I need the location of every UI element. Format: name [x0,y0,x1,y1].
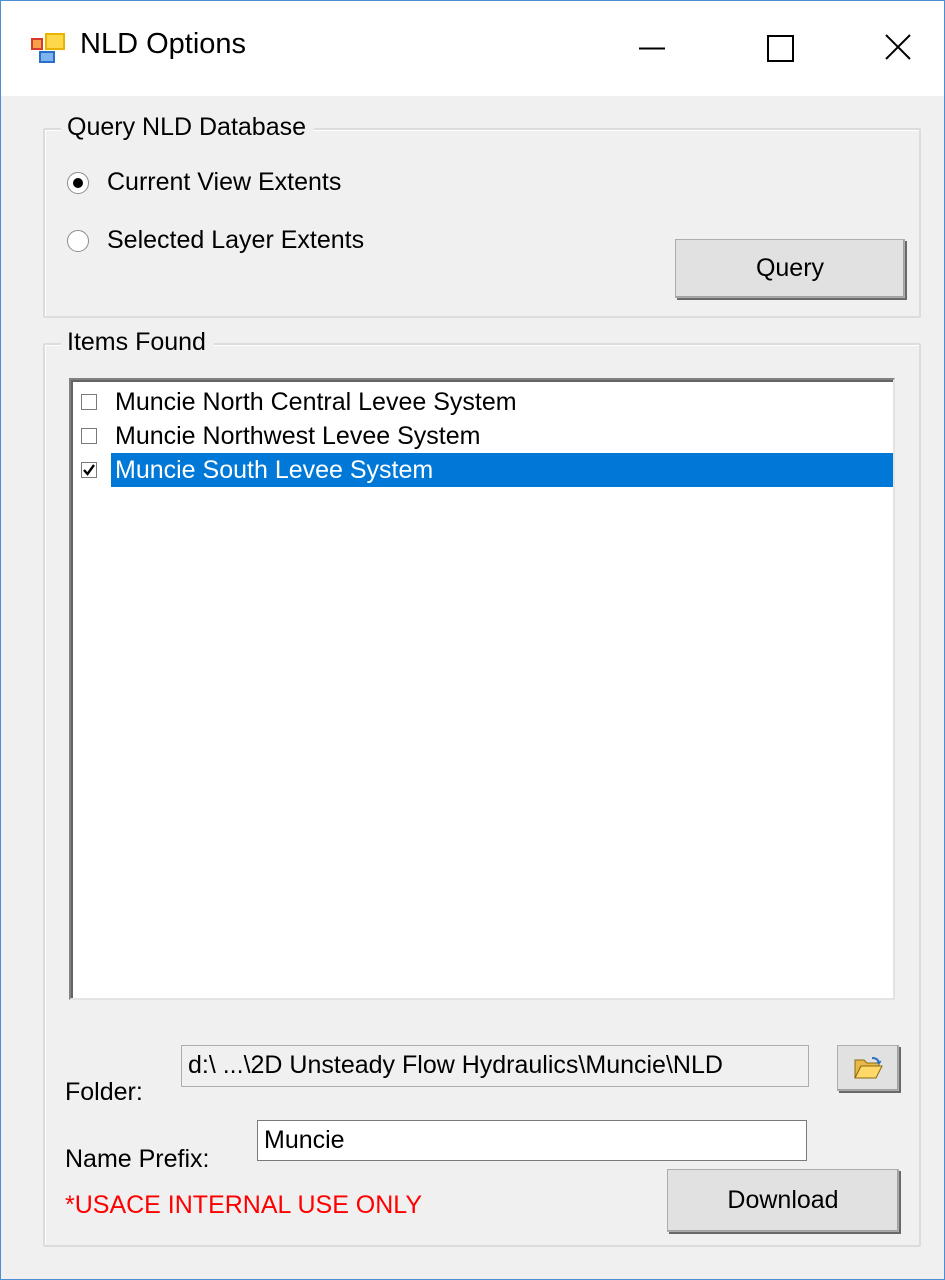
name-prefix-input[interactable] [257,1120,807,1161]
radio-label: Current View Extents [107,168,342,196]
title-bar[interactable]: NLD Options [1,1,944,96]
query-group: Query NLD Database Current View Extents … [43,112,921,318]
items-found-group: Items Found Muncie North Central Levee S… [43,327,921,1247]
items-listbox[interactable]: Muncie North Central Levee System Muncie… [69,378,895,1000]
name-prefix-label: Name Prefix: [65,1145,210,1173]
minimize-icon [639,47,665,50]
radio-label: Selected Layer Extents [107,226,365,254]
list-item[interactable]: Muncie Northwest Levee System [81,419,893,453]
checkbox[interactable] [81,428,97,444]
folder-label: Folder: [65,1078,143,1106]
checkmark-icon [83,464,95,476]
list-item-label: Muncie Northwest Levee System [115,422,481,450]
close-button[interactable] [853,21,943,76]
checkbox-checked[interactable] [81,462,97,478]
checkbox[interactable] [81,394,97,410]
list-item-selected[interactable]: Muncie South Levee System [81,453,893,487]
radio-selected-layer[interactable]: Selected Layer Extents [67,226,364,255]
radio-current-view[interactable]: Current View Extents [67,168,341,197]
radio-button-selected[interactable] [67,171,89,194]
list-item-label: Muncie North Central Levee System [115,388,517,416]
folder-path-field[interactable]: d:\ ...\2D Unsteady Flow Hydraulics\Munc… [181,1045,809,1087]
minimize-button[interactable] [607,21,697,76]
window-title: NLD Options [80,28,247,60]
radio-button[interactable] [67,229,89,252]
download-button[interactable]: Download [667,1169,899,1232]
list-item-label: Muncie South Levee System [111,453,893,487]
query-group-legend: Query NLD Database [61,112,315,142]
maximize-button[interactable] [736,21,826,76]
folder-open-icon [854,1057,883,1079]
internal-use-notice: *USACE INTERNAL USE ONLY [65,1191,423,1219]
query-button[interactable]: Query [675,239,905,298]
nld-options-window: NLD Options Query NLD Database Current V… [0,0,945,1280]
maximize-icon [767,35,794,62]
close-icon [885,34,911,60]
items-group-legend: Items Found [61,327,214,357]
app-icon [31,33,65,63]
browse-folder-button[interactable] [837,1045,899,1091]
list-item[interactable]: Muncie North Central Levee System [81,385,893,419]
